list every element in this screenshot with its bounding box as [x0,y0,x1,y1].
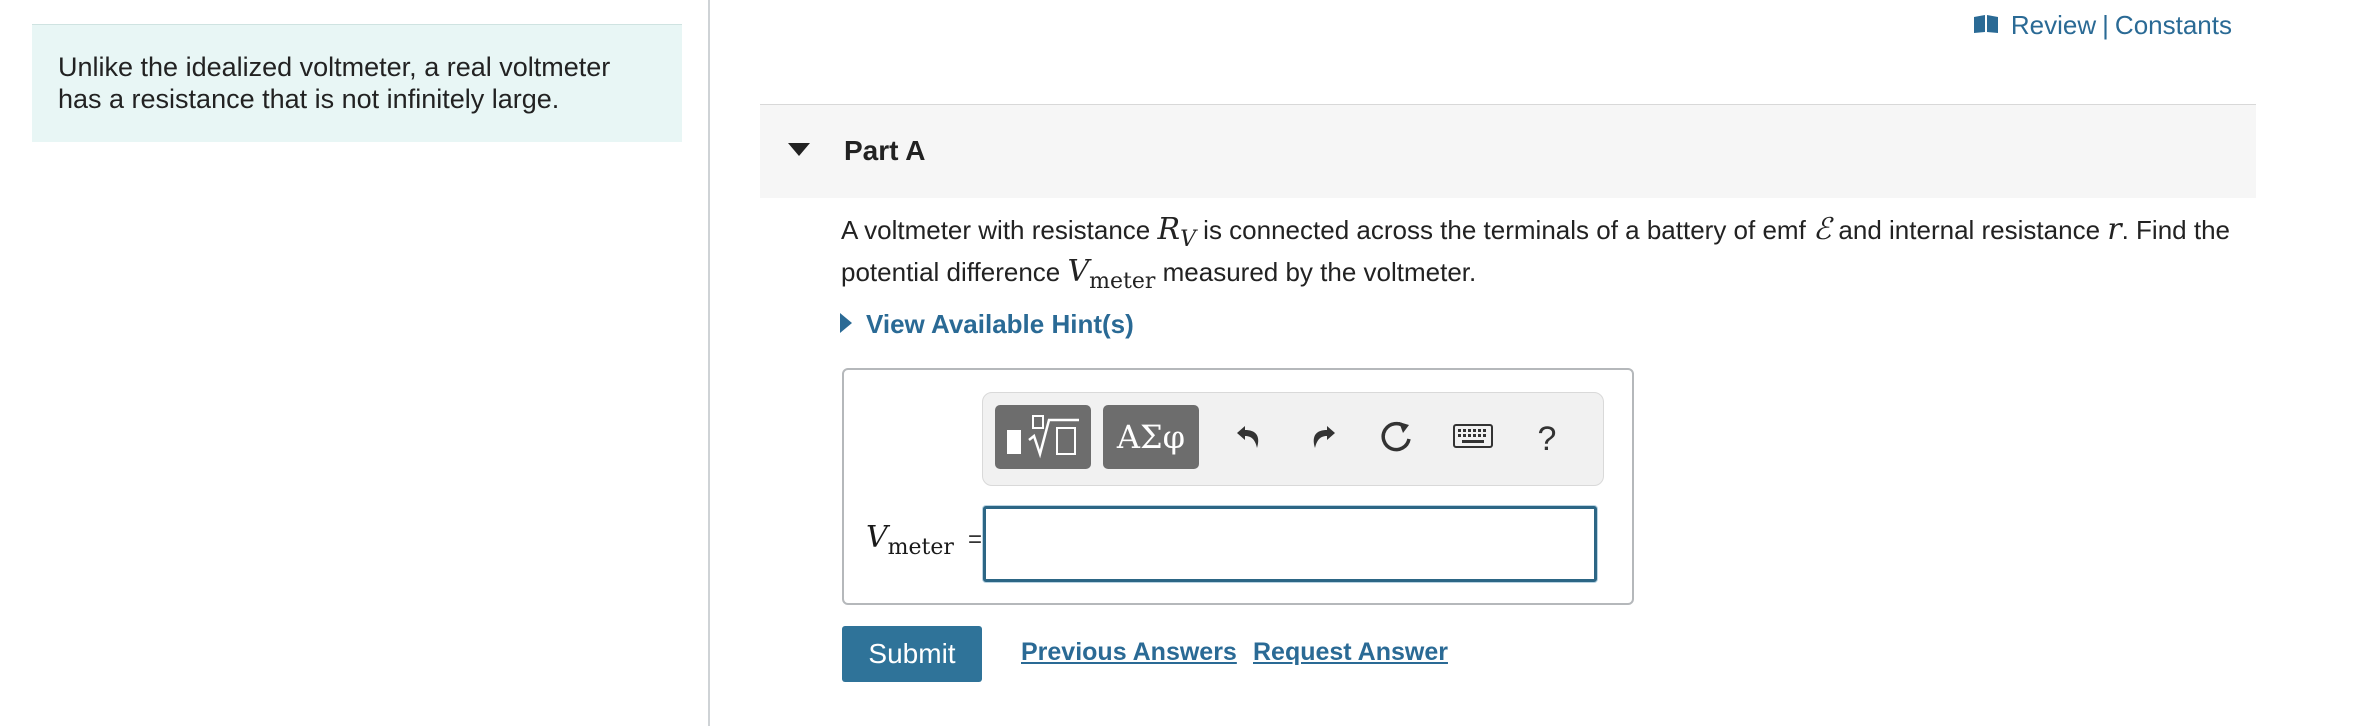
link-separator: | [2102,10,2109,40]
book-icon [1973,10,1999,41]
collapse-caret-icon[interactable] [788,143,810,162]
part-a-header[interactable]: Part A [760,104,2256,198]
panel-divider [708,0,710,726]
view-hints-toggle[interactable]: View Available Hint(s) [840,309,1134,340]
redo-button[interactable] [1295,413,1351,465]
review-link[interactable]: Review [2011,10,2096,41]
keyboard-icon [1453,423,1493,455]
math-emf: ℰ [1813,212,1832,247]
undo-button[interactable] [1221,413,1277,465]
constants-link[interactable]: Constants [2115,10,2232,41]
templates-button[interactable] [995,405,1091,469]
question-text: A voltmeter with resistance RV is connec… [841,214,2261,298]
greek-symbols-button[interactable]: ΑΣφ [1103,405,1199,469]
math-resistance-rv: RV [1157,212,1196,253]
answer-input[interactable] [983,506,1597,582]
redo-icon [1307,421,1339,458]
previous-answers-link[interactable]: Previous Answers [1021,638,1237,667]
equals-sign: = [967,526,982,553]
undo-icon [1233,421,1265,458]
question-text-segment: and internal resistance [1831,215,2108,245]
reset-button[interactable] [1369,413,1425,465]
math-toolbar: ΑΣφ ? [982,392,1604,486]
request-answer-link[interactable]: Request Answer [1253,638,1448,667]
question-text-segment: is connected across the terminals of a b… [1195,215,1814,245]
reset-icon [1379,419,1415,460]
question-text-segment: measured by the voltmeter. [1155,257,1477,287]
help-button[interactable]: ? [1519,413,1575,465]
templates-icon [1003,410,1083,465]
answer-variable-label: Vmeter = [866,520,982,560]
math-v-meter: Vmeter [1067,254,1156,295]
intro-text: Unlike the idealized voltmeter, a real v… [58,52,611,114]
math-v-meter-label: Vmeter [866,520,954,560]
part-title: Part A [844,135,926,166]
intro-panel: Unlike the idealized voltmeter, a real v… [32,24,682,142]
hint-label: View Available Hint(s) [866,309,1134,339]
submit-button[interactable]: Submit [842,626,982,682]
expand-triangle-icon [840,309,852,340]
answer-box: ΑΣφ ? Vmeter = [842,368,1634,605]
keyboard-button[interactable] [1445,413,1501,465]
top-links: Review | Constants [1973,10,2232,41]
question-text-segment: A voltmeter with resistance [841,215,1158,245]
math-internal-resistance: r [2107,212,2122,247]
